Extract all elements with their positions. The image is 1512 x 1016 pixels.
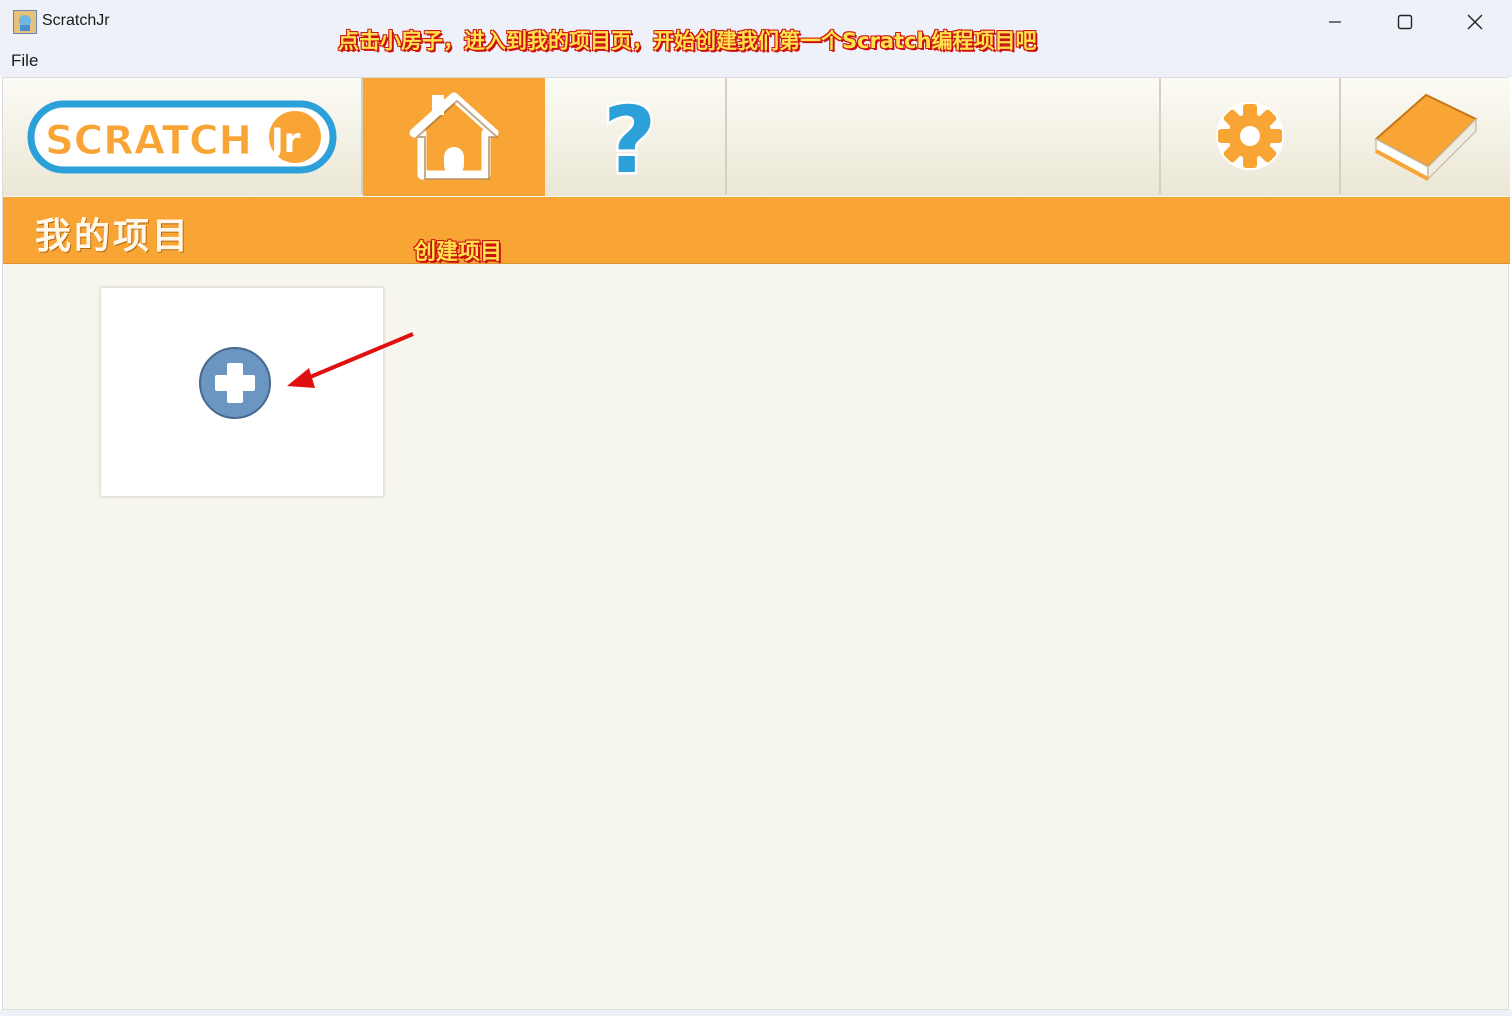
book-icon <box>1373 93 1478 181</box>
maximize-button[interactable] <box>1370 0 1440 44</box>
tab-home[interactable] <box>363 78 545 196</box>
toolbar: SCRATCH Jr ? <box>3 78 1510 196</box>
plus-icon <box>215 363 255 403</box>
svg-text:?: ? <box>603 88 656 184</box>
menu-file[interactable]: File <box>11 51 38 71</box>
annotation-top: 点击小房子，进入到我的项目页，开始创建我们第一个Scratch编程项目吧 <box>338 29 1037 53</box>
tab-settings[interactable] <box>1161 78 1341 194</box>
bottom-bar <box>0 1010 1512 1016</box>
tab-book[interactable] <box>1341 78 1510 194</box>
section-header: 我的项目 <box>3 197 1510 264</box>
app-area: SCRATCH Jr ? 我的项目 <box>2 77 1510 1010</box>
scratchjr-logo: SCRATCH Jr <box>3 78 363 194</box>
app-icon <box>13 10 37 34</box>
logo-suffix: Jr <box>269 121 301 161</box>
annotation-create: 创建项目 <box>414 240 503 265</box>
minimize-button[interactable] <box>1300 0 1370 44</box>
close-button[interactable] <box>1440 0 1510 44</box>
add-project-button[interactable] <box>199 347 271 419</box>
toolbar-spacer <box>727 78 1161 194</box>
page-title: 我的项目 <box>35 215 192 257</box>
window-title: ScratchJr <box>42 12 110 29</box>
question-icon: ? <box>601 88 659 184</box>
close-icon <box>1467 14 1483 30</box>
home-icon <box>409 92 499 180</box>
minimize-icon <box>1329 21 1341 23</box>
tab-help[interactable]: ? <box>545 78 727 194</box>
maximize-icon <box>1397 14 1413 30</box>
annotation-arrow <box>287 332 414 388</box>
logo-text: SCRATCH <box>45 118 252 164</box>
gear-icon <box>1216 102 1284 170</box>
